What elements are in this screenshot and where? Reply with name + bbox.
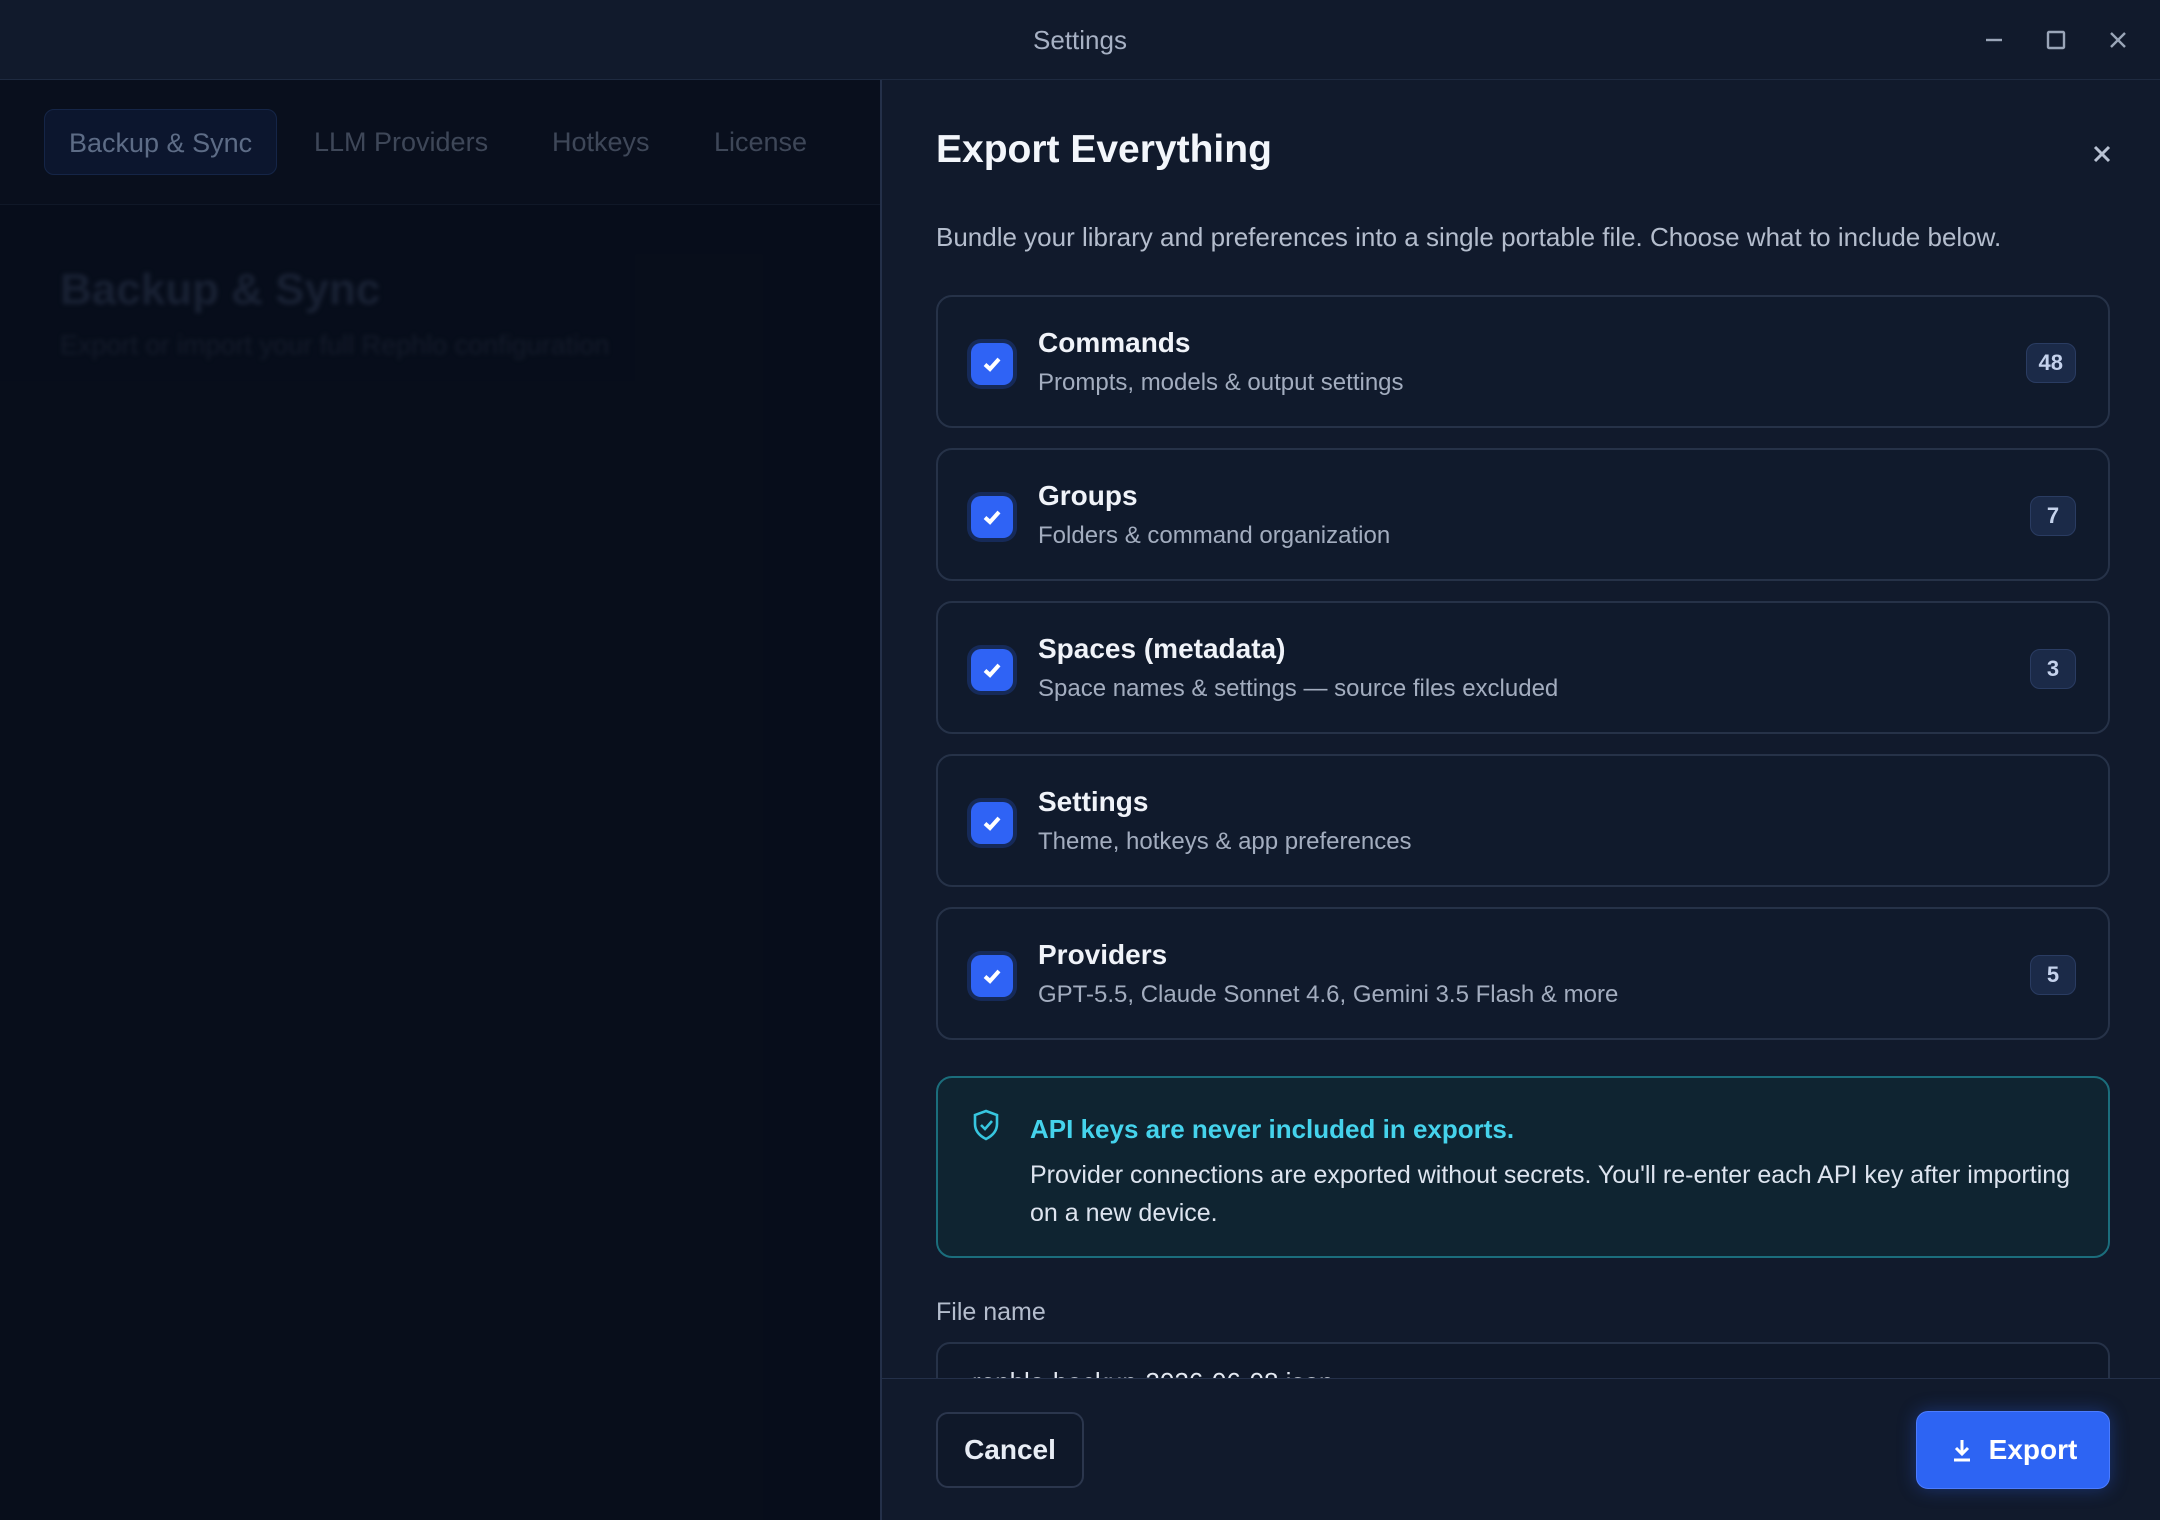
groups-checkbox[interactable] [971, 496, 1013, 538]
commands-checkbox[interactable] [971, 343, 1013, 385]
close-icon [2110, 32, 2126, 48]
title-bar: Settings [0, 0, 2160, 80]
export-option-providers[interactable]: Providers GPT-5.5, Claude Sonnet 4.6, Ge… [936, 907, 2110, 1040]
minimize-button[interactable] [1972, 18, 2016, 62]
option-subtitle: Space names & settings — source files ex… [1038, 675, 1559, 702]
export-button-label: Export [1988, 1434, 2078, 1465]
settings-window: Settings Backup & Sync LLM Providers Hot… [0, 0, 2160, 1520]
option-title: Commands [1038, 327, 1191, 358]
close-window-button[interactable] [2096, 18, 2140, 62]
drawer-footer: Cancel Export [882, 1378, 2160, 1520]
option-subtitle: Folders & command organization [1038, 522, 1391, 549]
option-subtitle: GPT-5.5, Claude Sonnet 4.6, Gemini 3.5 F… [1038, 981, 1619, 1008]
drawer-description: Bundle your library and preferences into… [936, 222, 2002, 252]
option-subtitle: Prompts, models & output settings [1038, 369, 1404, 396]
close-icon [2093, 145, 2111, 163]
export-option-groups[interactable]: Groups Folders & command organization 7 [936, 448, 2110, 581]
option-title: Settings [1038, 786, 1149, 817]
download-icon [1953, 1440, 1970, 1462]
shield-check-icon [970, 1108, 1002, 1147]
export-button[interactable]: Export [1916, 1411, 2110, 1489]
check-icon [983, 510, 1001, 525]
option-subtitle: Theme, hotkeys & app preferences [1038, 828, 1412, 855]
window-title: Settings [1033, 25, 1127, 55]
modal-overlay[interactable] [0, 80, 880, 1520]
count-badge: 5 [2030, 955, 2076, 995]
count-badge: 48 [2025, 343, 2076, 383]
spaces-checkbox[interactable] [971, 649, 1013, 691]
export-option-settings[interactable]: Settings Theme, hotkeys & app preference… [936, 754, 2110, 887]
check-icon [983, 969, 1001, 984]
file-name-label: File name [936, 1298, 1046, 1326]
check-icon [983, 357, 1001, 372]
check-icon [983, 816, 1001, 831]
export-option-commands[interactable]: Commands Prompts, models & output settin… [936, 295, 2110, 428]
option-title: Spaces (metadata) [1038, 633, 1286, 664]
option-title: Providers [1038, 939, 1168, 970]
export-drawer: Export Everything Bundle your library an… [880, 80, 2160, 1520]
cancel-button[interactable]: Cancel [936, 1412, 1084, 1488]
maximize-icon [2046, 30, 2066, 50]
providers-checkbox[interactable] [971, 955, 1013, 997]
drawer-title: Export Everything [936, 128, 1272, 171]
minimize-icon [1986, 38, 2002, 42]
api-key-notice: API keys are never included in exports. … [936, 1076, 2110, 1258]
option-title: Groups [1038, 480, 1138, 511]
notice-title: API keys are never included in exports. [1030, 1114, 1515, 1144]
count-badge: 7 [2030, 496, 2076, 536]
count-badge: 3 [2030, 649, 2076, 689]
notice-body: Provider connections are exported withou… [1030, 1161, 2071, 1227]
drawer-close-button[interactable] [2080, 132, 2124, 176]
export-option-spaces[interactable]: Spaces (metadata) Space names & settings… [936, 601, 2110, 734]
check-icon [983, 663, 1001, 678]
settings-checkbox[interactable] [971, 802, 1013, 844]
maximize-button[interactable] [2034, 18, 2078, 62]
